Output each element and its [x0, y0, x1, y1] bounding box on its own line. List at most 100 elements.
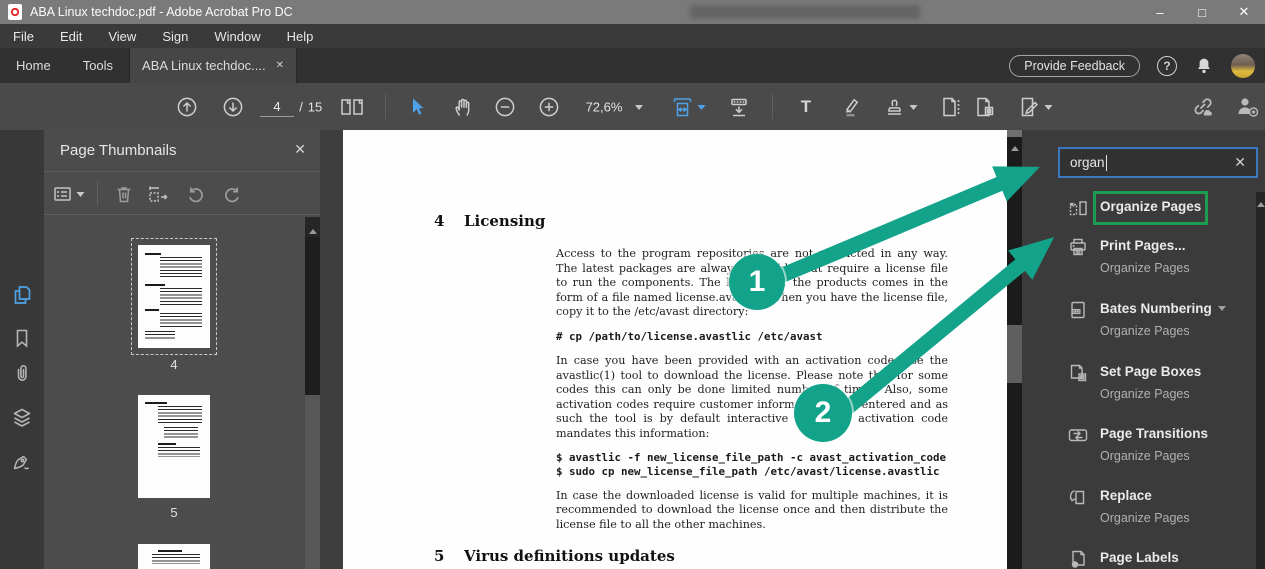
replace-pages-icon[interactable]	[1067, 486, 1089, 508]
page-thumbnails-view-icon[interactable]	[339, 97, 365, 117]
zoom-out-icon[interactable]	[494, 96, 516, 118]
section-5-heading: 5 Virus definitions updates	[434, 547, 1007, 565]
result-page-labels[interactable]: Page Labels	[1100, 550, 1179, 565]
fit-width-icon[interactable]	[671, 95, 706, 119]
organize-pages-icon[interactable]	[1067, 197, 1089, 219]
tab-document-label: ABA Linux techdoc....	[142, 58, 266, 73]
tab-tools[interactable]: Tools	[67, 48, 129, 83]
bookmarks-panel-icon[interactable]	[11, 327, 33, 349]
result-bates-numbering[interactable]: Bates Numbering	[1100, 301, 1212, 316]
thumbnail-label-4: 4	[170, 357, 178, 372]
clear-search-icon[interactable]: ✕	[1234, 154, 1246, 171]
paragraph: In case you have been provided with an a…	[556, 353, 948, 440]
search-query-text: organ	[1070, 155, 1105, 170]
add-people-icon[interactable]	[1234, 94, 1260, 120]
result-organize-pages[interactable]: Organize Pages	[1100, 199, 1201, 214]
add-text-tool-icon[interactable]: T	[801, 97, 811, 117]
menu-window[interactable]: Window	[201, 24, 273, 48]
notifications-bell-icon[interactable]	[1194, 56, 1214, 76]
thumbnail-page-5[interactable]	[138, 395, 210, 498]
scroll-up-icon[interactable]	[308, 225, 317, 234]
paragraph: Access to the program repositories are n…	[556, 247, 948, 319]
result-category: Organize Pages	[1100, 261, 1190, 275]
thumbnail-page-4[interactable]	[138, 245, 210, 348]
thumbnails-scrollbar[interactable]	[305, 217, 320, 569]
code-line: $ sudo cp new_license_file_path /etc/ava…	[556, 464, 940, 478]
user-avatar[interactable]	[1231, 53, 1255, 78]
menu-sign[interactable]: Sign	[149, 24, 201, 48]
printer-icon[interactable]	[1067, 236, 1089, 258]
thumbnails-toolbar	[44, 173, 320, 215]
thumbnails-close-icon[interactable]: ✕	[294, 141, 306, 158]
result-category: Organize Pages	[1100, 511, 1190, 525]
main-toolbar: / 15 72,6% T	[0, 83, 1265, 130]
zoom-dropdown-icon[interactable]	[635, 100, 643, 114]
result-set-page-boxes[interactable]: Set Page Boxes	[1100, 364, 1201, 379]
delete-pages-icon[interactable]	[113, 183, 135, 205]
window-title: ABA Linux techdoc.pdf - Adobe Acrobat Pr…	[30, 5, 293, 19]
document-scrollbar-thumb[interactable]	[1007, 325, 1022, 383]
undo-icon[interactable]	[184, 183, 208, 205]
organize-pages-tool-icon[interactable]	[939, 95, 963, 119]
result-category: Organize Pages	[1100, 387, 1190, 401]
set-page-boxes-icon[interactable]	[1067, 362, 1089, 384]
menu-edit[interactable]: Edit	[47, 24, 95, 48]
maximize-button[interactable]: □	[1181, 0, 1223, 24]
section-4-heading: 4 Licensing	[434, 212, 1007, 230]
help-icon[interactable]: ?	[1157, 55, 1177, 76]
bates-numbering-icon[interactable]: 012	[1067, 299, 1089, 321]
zoom-level-value[interactable]: 72,6%	[586, 99, 623, 114]
thumbnails-panel-title: Page Thumbnails	[60, 142, 177, 159]
result-print-pages[interactable]: Print Pages...	[1100, 238, 1186, 253]
page-thumbnails-panel-icon[interactable]	[10, 283, 34, 307]
scroll-up-icon[interactable]	[1010, 142, 1019, 151]
result-page-transitions[interactable]: Page Transitions	[1100, 426, 1208, 441]
expand-dropdown-icon[interactable]	[1218, 306, 1226, 315]
next-page-icon[interactable]	[222, 96, 244, 118]
menu-file[interactable]: File	[0, 24, 47, 48]
tab-home[interactable]: Home	[0, 48, 67, 83]
thumbnail-label-5: 5	[170, 505, 178, 520]
scrolling-mode-icon[interactable]	[727, 95, 751, 119]
result-replace[interactable]: Replace	[1100, 488, 1152, 503]
tab-close-icon[interactable]: ✕	[276, 60, 284, 71]
layers-panel-icon[interactable]	[10, 406, 34, 430]
document-scrollbar[interactable]	[1007, 130, 1022, 569]
previous-page-icon[interactable]	[176, 96, 198, 118]
signatures-panel-icon[interactable]	[10, 449, 34, 473]
crop-pages-icon[interactable]	[146, 183, 170, 205]
menu-view[interactable]: View	[95, 24, 149, 48]
code-line: $ avastlic -f new_license_file_path -c a…	[556, 450, 947, 464]
tab-document[interactable]: ABA Linux techdoc.... ✕	[129, 48, 298, 83]
stamp-tool-icon[interactable]	[883, 95, 918, 119]
section-4-title: Licensing	[464, 212, 546, 230]
attachments-panel-icon[interactable]	[11, 362, 33, 384]
scroll-up-icon[interactable]	[1256, 198, 1265, 207]
code-line: # cp /path/to/license.avastlic /etc/avas…	[556, 329, 823, 343]
section-5-title: Virus definitions updates	[464, 547, 675, 566]
zoom-in-icon[interactable]	[538, 96, 560, 118]
close-button[interactable]: ✕	[1223, 0, 1265, 24]
set-page-boxes-tool-icon[interactable]	[973, 95, 997, 119]
fill-sign-tool-icon[interactable]	[1018, 95, 1053, 119]
page-labels-icon[interactable]: 1	[1067, 548, 1089, 569]
redo-icon[interactable]	[220, 183, 244, 205]
svg-text:012: 012	[1073, 309, 1081, 314]
provide-feedback-button[interactable]: Provide Feedback	[1009, 54, 1140, 77]
hand-tool-icon[interactable]	[452, 96, 474, 118]
share-link-icon[interactable]	[1189, 94, 1215, 120]
thumbnails-scrollbar-thumb[interactable]	[305, 395, 320, 569]
page-number-input[interactable]	[260, 96, 294, 117]
thumbnail-page-6[interactable]	[138, 544, 210, 569]
highlighter-tool-icon[interactable]	[838, 95, 862, 119]
minimize-button[interactable]: –	[1139, 0, 1181, 24]
thumbnails-options-icon[interactable]	[52, 183, 85, 205]
menu-help[interactable]: Help	[274, 24, 327, 48]
tab-tools-label: Tools	[82, 58, 114, 73]
select-tool-icon[interactable]	[407, 96, 427, 118]
pdf-page: 4 Licensing Access to the program reposit…	[343, 130, 1007, 569]
result-category: Organize Pages	[1100, 324, 1190, 338]
results-scrollbar[interactable]	[1256, 192, 1265, 569]
page-transitions-icon[interactable]	[1067, 424, 1089, 446]
tools-search-input[interactable]: organ ✕	[1058, 147, 1258, 178]
